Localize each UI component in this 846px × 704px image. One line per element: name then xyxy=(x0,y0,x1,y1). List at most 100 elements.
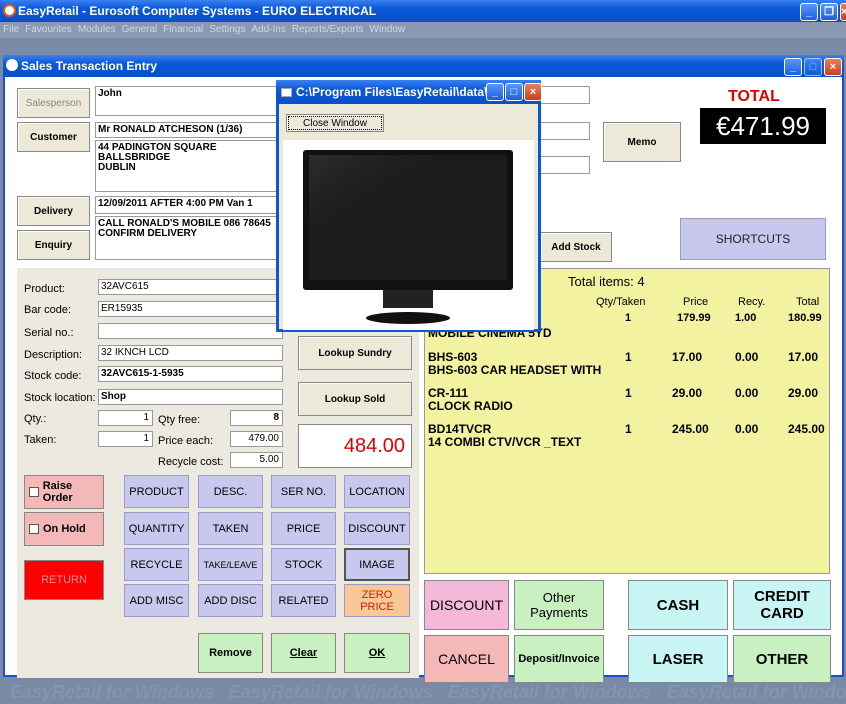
grid-button-taken[interactable]: TAKEN xyxy=(198,512,263,545)
other-button[interactable]: OTHER xyxy=(733,635,831,683)
header-field-1[interactable] xyxy=(540,86,590,104)
popup-close-button[interactable]: × xyxy=(524,83,542,101)
grid-button-price[interactable]: PRICE xyxy=(271,512,336,545)
header-field-3[interactable] xyxy=(540,156,590,174)
grid-button-zero-price[interactable]: ZERO PRICE xyxy=(344,584,410,617)
stockcode-field[interactable]: 32AVC615-1-5935 xyxy=(98,366,283,382)
header-field-2[interactable] xyxy=(540,122,590,140)
memo-button[interactable]: Memo xyxy=(603,122,681,162)
on-hold-box[interactable]: On Hold xyxy=(24,512,104,546)
menu-item[interactable]: File xyxy=(3,24,19,38)
cart-first-recy: 1.00 xyxy=(735,312,757,324)
delivery-notes-field[interactable]: CALL RONALD'S MOBILE 086 78645 CONFIRM D… xyxy=(95,216,295,260)
salesperson-button[interactable]: Salesperson xyxy=(17,88,90,118)
other-payments-button[interactable]: Other Payments xyxy=(514,580,604,630)
taken-field[interactable]: 1 xyxy=(98,431,153,447)
menu-item[interactable]: Window xyxy=(370,24,406,38)
qtyfree-label: Qty free: xyxy=(158,414,201,426)
grid-button-ser-no-[interactable]: SER NO. xyxy=(271,475,336,508)
grid-button-product[interactable]: PRODUCT xyxy=(124,475,189,508)
app-title-bar: EasyRetail - Eurosoft Computer Systems -… xyxy=(0,0,846,22)
menu-item[interactable]: Add-Ins xyxy=(251,24,285,38)
watermark: EasyRetail for Windows EasyRetail for Wi… xyxy=(10,682,846,702)
cart-item-code: CR-111 xyxy=(428,386,469,400)
menu-bar: File Favourites Modules General Financial Set… xyxy=(0,22,846,38)
barcode-field[interactable]: ER15935 xyxy=(98,301,283,317)
grid-button-discount[interactable]: DISCOUNT xyxy=(344,512,410,545)
clear-button[interactable]: Clear xyxy=(271,633,336,673)
taken-label: Taken: xyxy=(24,434,57,446)
popup-maximize-button[interactable]: □ xyxy=(505,83,523,101)
popup-title: C:\Program Files\EasyRetail\data\... xyxy=(296,85,498,99)
col-total-header: Total xyxy=(796,296,820,308)
product-label: Product: xyxy=(24,283,65,295)
window-close-button[interactable]: × xyxy=(824,58,842,76)
enquiry-button[interactable]: Enquiry xyxy=(17,230,90,260)
serial-field[interactable] xyxy=(98,323,283,339)
grid-button-add-misc[interactable]: ADD MISC xyxy=(124,584,189,617)
recycle-cost-field[interactable]: 5.00 xyxy=(230,452,283,468)
menu-item[interactable]: Settings xyxy=(209,24,245,38)
add-stock-button[interactable]: Add Stock xyxy=(540,232,612,262)
credit-card-button[interactable]: CREDIT CARD xyxy=(733,580,831,630)
cart-item-desc: CLOCK RADIO xyxy=(428,399,513,413)
qty-field[interactable]: 1 xyxy=(98,410,153,426)
return-button[interactable]: RETURN xyxy=(24,560,104,600)
product-field[interactable]: 32AVC615 xyxy=(98,279,283,295)
menu-item[interactable]: General xyxy=(122,24,158,38)
grid-button-recycle[interactable]: RECYCLE xyxy=(124,548,189,581)
popup-app-icon xyxy=(281,88,292,97)
lookup-sundry-button[interactable]: Lookup Sundry xyxy=(298,336,412,370)
lookup-sold-button[interactable]: Lookup Sold xyxy=(298,382,412,416)
grid-button-image[interactable]: IMAGE xyxy=(344,548,410,581)
grid-button-location[interactable]: LOCATION xyxy=(344,475,410,508)
menu-item[interactable]: Financial xyxy=(163,24,203,38)
deposit-invoice-button[interactable]: Deposit/Invoice xyxy=(514,635,604,683)
raise-order-label: Raise Order xyxy=(42,480,73,504)
app-close-button[interactable]: × xyxy=(840,3,846,21)
location-field[interactable]: Shop xyxy=(98,389,283,405)
popup-minimize-button[interactable]: _ xyxy=(486,83,504,101)
menu-item[interactable]: Favourites xyxy=(25,24,72,38)
app-restore-button[interactable]: ❐ xyxy=(820,3,838,21)
shortcuts-button[interactable]: SHORTCUTS xyxy=(680,218,826,260)
price-each-field[interactable]: 479.00 xyxy=(230,431,283,447)
qty-label: Qty.: xyxy=(24,413,47,425)
menu-item[interactable]: Modules xyxy=(78,24,116,38)
close-window-button[interactable]: Close Window xyxy=(286,114,384,132)
discount-button[interactable]: DISCOUNT xyxy=(424,580,509,630)
description-field[interactable]: 32 IKNCH LCD xyxy=(98,345,283,361)
remove-button[interactable]: Remove xyxy=(198,633,263,673)
delivery-date-field[interactable]: 12/09/2011 AFTER 4:00 PM Van 1 xyxy=(95,196,295,214)
window-maximize-button[interactable]: □ xyxy=(804,58,822,76)
recycle-cost-label: Recycle cost: xyxy=(158,456,224,468)
salesperson-field[interactable]: John xyxy=(95,86,295,116)
cart-item-code: BD14TVCR xyxy=(428,422,492,436)
grid-button-stock[interactable]: STOCK xyxy=(271,548,336,581)
customer-address-field[interactable]: 44 PADINGTON SQUARE BALLSBRIDGE DUBLIN xyxy=(95,140,295,192)
grid-button-quantity[interactable]: QUANTITY xyxy=(124,512,189,545)
customer-name-field[interactable]: Mr RONALD ATCHESON (1/36) xyxy=(95,122,295,138)
laser-button[interactable]: LASER xyxy=(628,635,728,683)
total-label: TOTAL xyxy=(728,88,780,105)
customer-button[interactable]: Customer xyxy=(17,122,90,152)
menu-item[interactable]: Reports/Exports xyxy=(292,24,364,38)
price-each-label: Price each: xyxy=(158,435,214,447)
delivery-button[interactable]: Delivery xyxy=(17,196,90,226)
grid-button-desc-[interactable]: DESC. xyxy=(198,475,263,508)
raise-order-box[interactable]: Raise Order xyxy=(24,475,104,509)
cancel-button[interactable]: CANCEL xyxy=(424,635,509,683)
cart-total-items: Total items: 4 xyxy=(568,274,645,289)
cart-item-recy: 0.00 xyxy=(735,386,759,400)
app-minimize-button[interactable]: _ xyxy=(800,3,818,21)
grid-button-add-disc[interactable]: ADD DISC xyxy=(198,584,263,617)
ok-button[interactable]: OK xyxy=(344,633,410,673)
window-minimize-button[interactable]: _ xyxy=(784,58,802,76)
cash-button[interactable]: CASH xyxy=(628,580,728,630)
grid-button-related[interactable]: RELATED xyxy=(271,584,336,617)
cart-item-total: 29.00 xyxy=(788,386,819,400)
grid-button-take-leave[interactable]: TAKE/LEAVE xyxy=(198,548,263,581)
cart-item-desc: 14 COMBI CTV/VCR _TEXT xyxy=(428,435,582,449)
checkbox-icon xyxy=(29,487,39,497)
stockcode-label: Stock code: xyxy=(24,370,82,382)
